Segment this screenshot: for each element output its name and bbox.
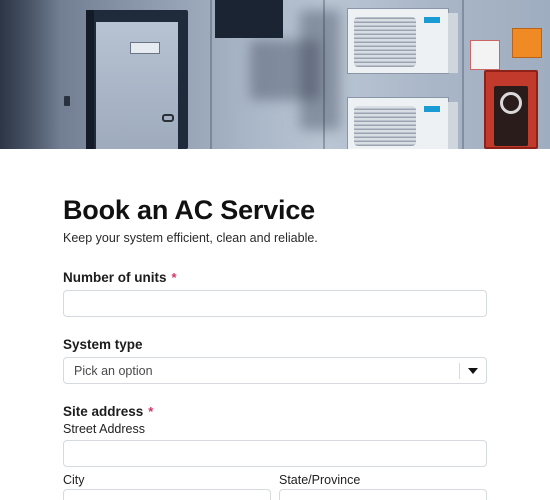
door [86,10,188,149]
units-label: Number of units * [63,270,177,285]
door-sign [130,42,160,54]
wall-seam [462,0,464,149]
wall-plate [64,96,70,106]
state-province-input[interactable] [279,489,487,500]
wall-box [215,0,283,38]
ac-fan-grille [354,106,416,146]
wall-notice [470,40,500,70]
hose-cabinet [484,70,538,149]
wall-notice [512,28,542,58]
ac-fan-grille [354,17,416,67]
hose-reel [500,92,522,114]
street-address-input[interactable] [63,440,487,467]
wall-seam [210,0,212,149]
hero-shadow [0,0,60,149]
door-frame [86,10,94,149]
street-address-label: Street Address [63,422,145,436]
city-input[interactable] [63,489,271,500]
ac-side-panel [448,13,458,73]
site-address-label-text: Site address [63,404,144,419]
door-handle [162,114,174,122]
wall-shadow [300,10,340,130]
page-title: Book an AC Service [63,195,315,225]
ac-brand-badge [424,17,440,23]
units-input[interactable] [63,290,487,317]
hero-image [0,0,550,149]
page-subtitle: Keep your system efficient, clean and re… [63,231,318,245]
units-label-text: Number of units [63,270,167,285]
select-divider [459,363,460,379]
city-label: City [63,473,85,487]
ac-brand-badge [424,106,440,112]
required-asterisk: * [148,404,154,419]
state-province-label: State/Province [279,473,361,487]
site-address-label: Site address * [63,404,153,419]
ac-unit [347,8,458,74]
system-type-label: System type [63,337,143,352]
ac-unit [347,97,458,149]
ac-side-panel [448,102,458,149]
required-asterisk: * [171,270,177,285]
chevron-down-icon[interactable] [468,368,478,374]
system-type-placeholder: Pick an option [74,364,153,378]
system-type-select[interactable]: Pick an option [63,357,487,384]
